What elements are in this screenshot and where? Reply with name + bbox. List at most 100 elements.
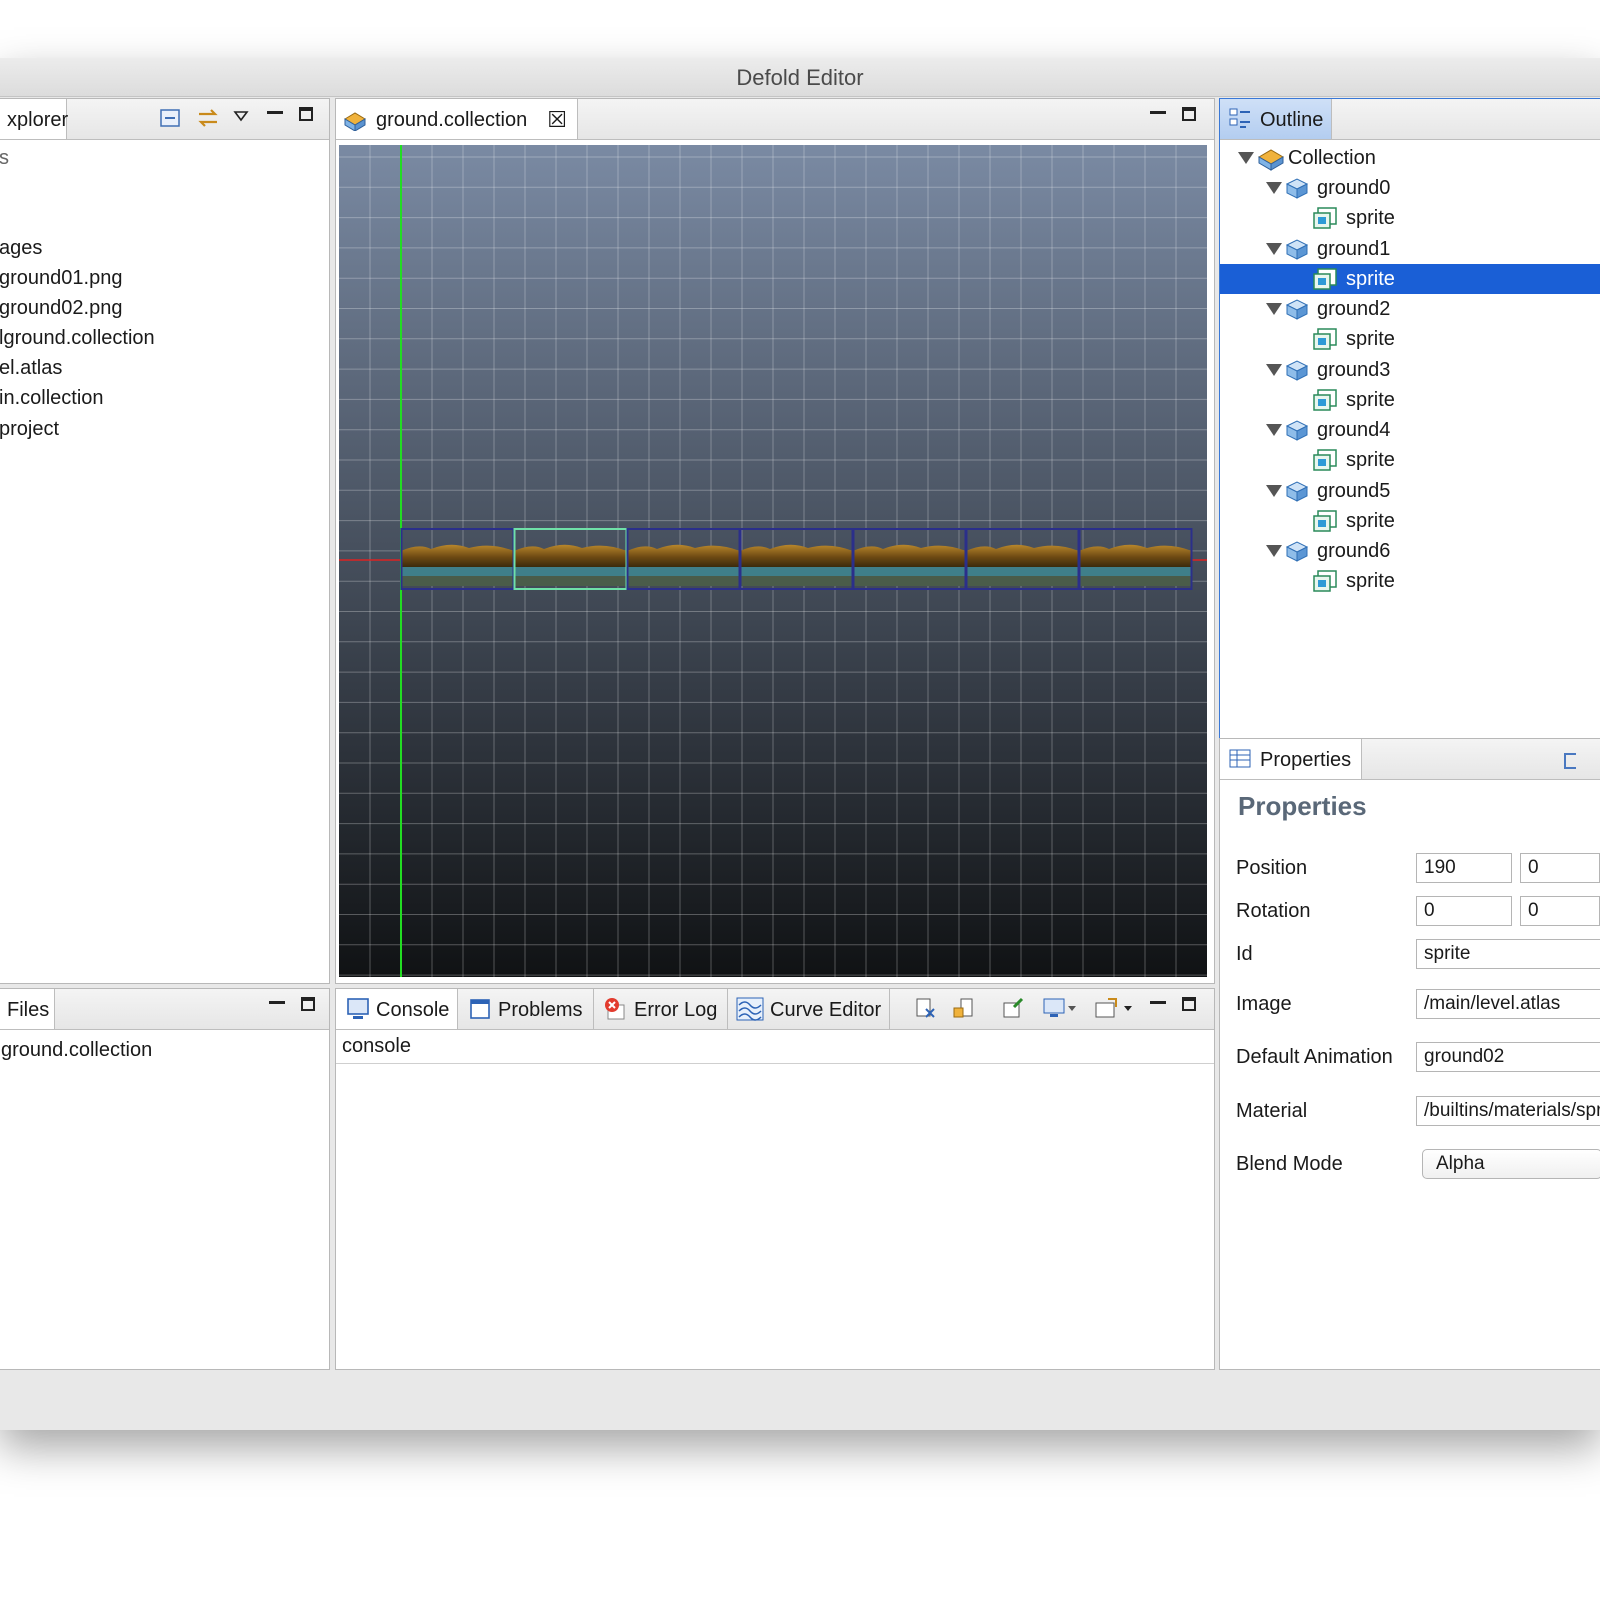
project-explorer-panel: xplorer s ages ground01.png ground02.png… bbox=[0, 98, 330, 984]
material-field[interactable]: /builtins/materials/sprite.material bbox=[1416, 1096, 1600, 1126]
console-panel: Console Problems Error Log Curve Editor … bbox=[335, 988, 1215, 1370]
outline-row-game-object[interactable]: ground3 bbox=[1220, 355, 1600, 385]
position-x-field[interactable]: 190 bbox=[1416, 853, 1512, 883]
maximize-icon[interactable] bbox=[1182, 107, 1196, 121]
explorer-item[interactable]: s bbox=[0, 143, 9, 173]
id-label: Id bbox=[1236, 943, 1253, 965]
outline-row-sprite[interactable]: sprite bbox=[1220, 445, 1600, 475]
game-object-icon bbox=[1284, 539, 1310, 562]
sprite-icon bbox=[1312, 569, 1338, 592]
explorer-item[interactable]: ground01.png bbox=[0, 263, 122, 293]
close-tab-icon[interactable]: ☒ bbox=[547, 99, 567, 139]
expand-triangle-icon[interactable] bbox=[1266, 545, 1282, 557]
tab-error-log[interactable]: Error Log bbox=[594, 989, 728, 1029]
position-label: Position bbox=[1236, 857, 1308, 879]
console-icon bbox=[347, 998, 369, 1019]
clear-console-icon[interactable] bbox=[914, 997, 936, 1019]
explorer-item[interactable]: in.collection bbox=[0, 383, 104, 413]
position-y-field[interactable]: 0 bbox=[1520, 853, 1600, 883]
tab-properties[interactable]: Properties bbox=[1220, 739, 1362, 779]
image-label: Image bbox=[1236, 993, 1292, 1015]
outline-tree: Collection ground0 sprite ground1 sprite gro… bbox=[1220, 143, 1600, 745]
maximize-icon[interactable] bbox=[299, 107, 313, 121]
outline-row-game-object[interactable]: ground2 bbox=[1220, 294, 1600, 324]
defold-editor-window: Defold Editor xplorer s ages ground01.pn… bbox=[0, 58, 1600, 1430]
minimize-icon[interactable] bbox=[269, 1001, 285, 1004]
outline-label: sprite bbox=[1346, 509, 1395, 532]
expand-triangle-icon[interactable] bbox=[1266, 303, 1282, 315]
scene-canvas[interactable] bbox=[339, 145, 1207, 977]
rotation-x-field[interactable]: 0 bbox=[1416, 896, 1512, 926]
expand-triangle-icon[interactable] bbox=[1266, 424, 1282, 436]
explorer-tabstrip: xplorer bbox=[0, 99, 329, 140]
expand-triangle-icon[interactable] bbox=[1266, 242, 1282, 255]
scroll-lock-icon[interactable] bbox=[952, 997, 974, 1019]
properties-tabstrip: Properties bbox=[1220, 739, 1600, 780]
outline-row-game-object[interactable]: ground6 bbox=[1220, 536, 1600, 566]
tab-label: Files bbox=[7, 999, 50, 1021]
outline-label: sprite bbox=[1346, 388, 1395, 411]
game-object-icon bbox=[1284, 479, 1310, 502]
minimize-icon[interactable] bbox=[1150, 1001, 1166, 1004]
console-output[interactable] bbox=[336, 1064, 1214, 1369]
tab-outline[interactable]: Outline bbox=[1220, 99, 1332, 139]
explorer-item[interactable]: el.atlas bbox=[0, 353, 62, 383]
console-header: console bbox=[342, 1035, 411, 1057]
tab-label: Properties bbox=[1260, 749, 1352, 771]
pin-console-icon[interactable] bbox=[1002, 997, 1024, 1019]
scene-viewport[interactable] bbox=[339, 145, 1207, 977]
view-menu-icon[interactable] bbox=[233, 107, 249, 129]
display-console-icon[interactable] bbox=[1042, 997, 1078, 1019]
outline-row-sprite[interactable]: sprite bbox=[1220, 506, 1600, 536]
id-field[interactable]: sprite bbox=[1416, 939, 1600, 969]
expand-triangle-icon[interactable] bbox=[1238, 152, 1254, 164]
minimize-icon[interactable] bbox=[267, 111, 283, 114]
rotation-y-field[interactable]: 0 bbox=[1520, 896, 1600, 926]
default-animation-field[interactable]: ground02 bbox=[1416, 1042, 1600, 1072]
explorer-item[interactable]: project bbox=[0, 414, 59, 444]
outline-label: sprite bbox=[1346, 449, 1395, 471]
expand-triangle-icon[interactable] bbox=[1266, 363, 1282, 376]
sprite-icon bbox=[1312, 448, 1338, 471]
console-tabstrip: Console Problems Error Log Curve Editor bbox=[336, 989, 1214, 1030]
tab-curve-editor[interactable]: Curve Editor bbox=[728, 989, 890, 1029]
outline-label: sprite bbox=[1346, 207, 1395, 229]
blend-mode-select[interactable]: Alpha bbox=[1422, 1149, 1600, 1179]
outline-row-sprite[interactable]: sprite bbox=[1220, 203, 1600, 233]
maximize-icon[interactable] bbox=[1182, 997, 1196, 1011]
link-with-editor-icon[interactable] bbox=[195, 107, 221, 129]
panel-menu-icon[interactable] bbox=[1564, 753, 1576, 769]
game-object-icon bbox=[1284, 176, 1310, 199]
image-field[interactable]: /main/level.atlas bbox=[1416, 989, 1600, 1019]
explorer-item[interactable]: ground02.png bbox=[0, 293, 122, 323]
outline-row-game-object[interactable]: ground4 bbox=[1220, 415, 1600, 445]
expand-triangle-icon[interactable] bbox=[1266, 182, 1282, 194]
outline-row-sprite[interactable]: sprite bbox=[1220, 263, 1600, 294]
sprite-icon bbox=[1312, 388, 1338, 411]
outline-row-collection[interactable]: Collection bbox=[1220, 143, 1600, 173]
tab-project-explorer[interactable]: xplorer bbox=[0, 99, 69, 139]
files-item[interactable]: ground.collection bbox=[1, 1035, 152, 1065]
outline-row-game-object[interactable]: ground0 bbox=[1220, 173, 1600, 203]
minimize-icon[interactable] bbox=[1150, 111, 1166, 114]
outline-row-sprite[interactable]: sprite bbox=[1220, 385, 1600, 415]
outline-panel: Outline Collection ground0 sprite ground1 s… bbox=[1219, 98, 1600, 746]
outline-row-game-object[interactable]: ground1 bbox=[1220, 234, 1600, 264]
outline-row-game-object[interactable]: ground5 bbox=[1220, 476, 1600, 506]
explorer-item[interactable]: ages bbox=[0, 233, 42, 263]
outline-row-sprite[interactable]: sprite bbox=[1220, 324, 1600, 354]
window-title: Defold Editor bbox=[0, 58, 1600, 97]
editor-tabstrip: ground.collection ☒ bbox=[336, 99, 1214, 140]
explorer-item[interactable]: lground.collection bbox=[0, 323, 155, 353]
open-console-icon[interactable] bbox=[1094, 997, 1134, 1019]
tab-ground-collection[interactable]: ground.collection ☒ bbox=[336, 99, 578, 139]
tab-files[interactable]: Files bbox=[0, 989, 55, 1029]
tab-console[interactable]: Console bbox=[336, 989, 458, 1029]
tab-problems[interactable]: Problems bbox=[458, 989, 594, 1029]
maximize-icon[interactable] bbox=[301, 997, 315, 1011]
outline-row-sprite[interactable]: sprite bbox=[1220, 566, 1600, 596]
collapse-all-icon[interactable] bbox=[159, 107, 181, 129]
expand-triangle-icon[interactable] bbox=[1266, 484, 1282, 497]
tab-label: xplorer bbox=[7, 109, 69, 131]
blend-mode-label: Blend Mode bbox=[1236, 1153, 1343, 1175]
